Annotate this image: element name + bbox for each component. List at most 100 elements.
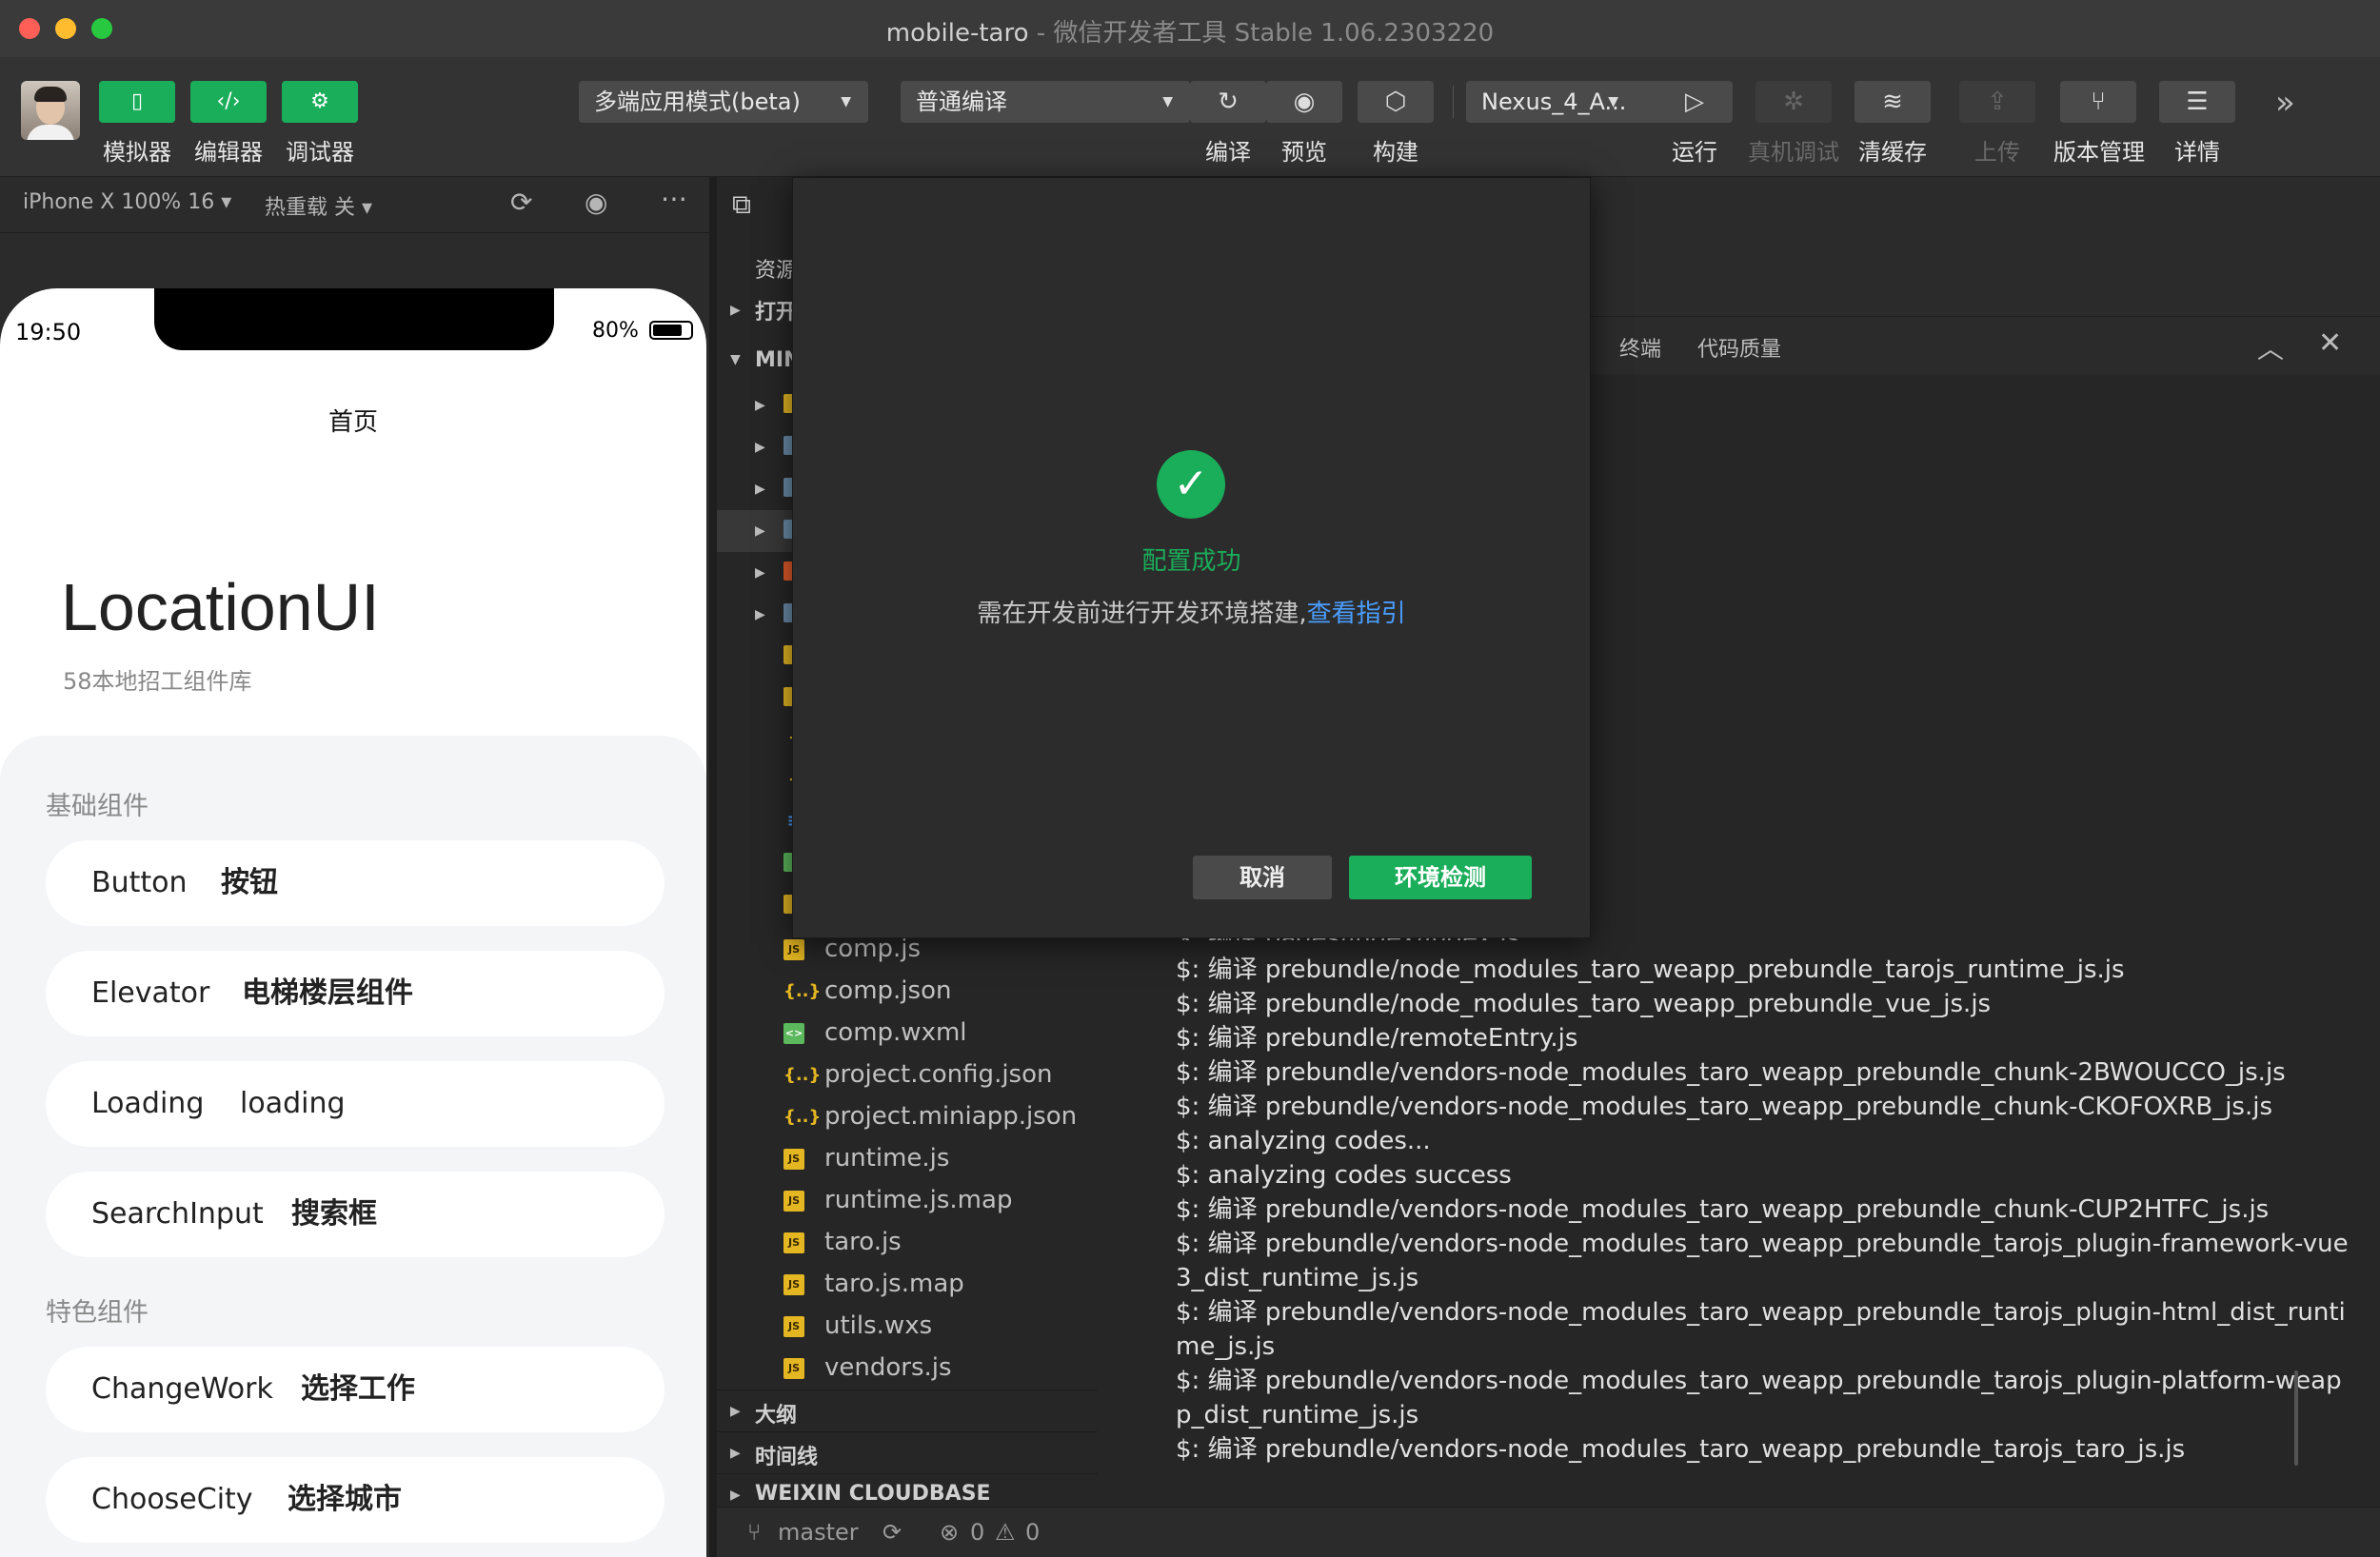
item-name: Elevator	[91, 976, 210, 1010]
more-icon[interactable]: ⋯	[661, 183, 687, 214]
file-item[interactable]: utils.wxs	[824, 1311, 932, 1340]
file-item[interactable]: taro.js.map	[824, 1270, 964, 1298]
panel-splitter[interactable]	[709, 177, 717, 1557]
file-item[interactable]: runtime.js	[824, 1144, 949, 1173]
chevron-right-icon[interactable]: ▶	[755, 565, 765, 581]
more-chevron-icon[interactable]: »	[2275, 84, 2295, 122]
outline-label: 大纲	[755, 1404, 798, 1428]
compile-mode-select[interactable]: 普通编译 ▼	[901, 81, 1190, 123]
mode-select[interactable]: 多端应用模式(beta) ▼	[579, 81, 868, 123]
refresh-icon: ↻	[1218, 88, 1239, 116]
cube-icon: ⬡	[1384, 88, 1407, 116]
device-zoom-select[interactable]: iPhone X 100% 16 ▾	[23, 190, 231, 214]
timeline-section[interactable]: ▶ 时间线	[717, 1431, 1098, 1474]
chevron-right-icon[interactable]: ▶	[755, 607, 765, 622]
compile-button[interactable]: ↻	[1190, 81, 1266, 123]
tab-code-quality[interactable]: 代码质量	[1697, 332, 1781, 363]
item-desc: loading	[240, 1087, 346, 1120]
file-item[interactable]: project.config.json	[824, 1060, 1052, 1089]
file-item[interactable]: project.miniapp.json	[824, 1102, 1077, 1131]
clear-cache-button[interactable]: ≋	[1854, 81, 1931, 123]
details-button[interactable]: ☰	[2159, 81, 2235, 123]
js-file-icon: JS	[783, 1232, 804, 1253]
env-check-button[interactable]: 环境检测	[1349, 856, 1532, 899]
file-item[interactable]: comp.js	[824, 935, 921, 963]
stop-icon[interactable]: ◉	[585, 187, 607, 218]
console-scrollbar[interactable]	[2294, 1370, 2298, 1466]
file-item[interactable]: comp.wxml	[824, 1018, 967, 1047]
preview-button[interactable]: ◉	[1266, 81, 1342, 123]
debugger-label: 调试器	[286, 139, 354, 166]
copy-files-icon[interactable]: ⧉	[732, 188, 763, 220]
chevron-right-icon[interactable]: ▶	[730, 303, 741, 318]
list-item[interactable]: Loading loading	[46, 1061, 664, 1147]
chevron-right-icon[interactable]: ▶	[755, 523, 765, 539]
chevron-right-icon[interactable]: ▶	[755, 440, 765, 455]
js-map-file-icon: JS	[783, 1274, 804, 1295]
phone-screen: 19:50 80% 首页 LocationUI 58本地招工组件库 基础组件 B…	[0, 288, 706, 1557]
cancel-button[interactable]: 取消	[1193, 856, 1332, 899]
log-line: $: 编译 prebundle/vendors-node_modules_tar…	[1176, 1195, 2270, 1224]
preview-label: 预览	[1281, 139, 1327, 166]
js-file-icon: JS	[783, 939, 804, 960]
chevron-right-icon[interactable]: ▶	[755, 398, 765, 413]
avatar[interactable]	[21, 81, 80, 140]
window-title: mobile-taro - 微信开发者工具 Stable 1.06.230322…	[0, 13, 2380, 49]
warning-count[interactable]: 0	[1025, 1519, 1040, 1546]
project-name: mobile-taro	[885, 19, 1029, 48]
simulator-toggle-button[interactable]: ▯	[99, 81, 175, 123]
sync-icon[interactable]: ⟳	[883, 1519, 902, 1546]
js-file-icon: JS	[783, 1149, 804, 1170]
chevron-down-icon: ▼	[1608, 94, 1618, 109]
error-count[interactable]: 0	[970, 1519, 984, 1546]
log-line: $: 编译 prebundle/vendors-node_modules_tar…	[1176, 1093, 2272, 1121]
json-file-icon: {..}	[783, 981, 822, 1001]
branch-icon: ⑂	[2091, 88, 2106, 116]
list-item[interactable]: ChooseCity 选择城市	[46, 1457, 664, 1543]
js-map-file-icon: JS	[783, 1191, 804, 1212]
mode-select-value: 多端应用模式(beta)	[594, 89, 801, 115]
details-label: 详情	[2174, 139, 2220, 166]
item-name: SearchInput	[91, 1197, 264, 1231]
clear-cache-label: 清缓存	[1858, 139, 1927, 166]
chevron-right-icon: ▶	[730, 1404, 741, 1419]
view-guide-link[interactable]: 查看指引	[1307, 600, 1406, 628]
outline-section[interactable]: ▶ 大纲	[717, 1389, 1098, 1432]
log-line: $: 编译 prebundle/vendors-node_modules_tar…	[1176, 1435, 2186, 1464]
list-item[interactable]: Elevator 电梯楼层组件	[46, 951, 664, 1036]
list-item[interactable]: Button 按钮	[46, 840, 664, 926]
chevron-right-icon[interactable]: ▶	[755, 482, 765, 497]
chevron-up-icon[interactable]: ︿	[2257, 328, 2284, 366]
hot-reload-toggle[interactable]: 热重载 关 ▾	[265, 190, 372, 221]
run-button[interactable]: ▷	[1656, 81, 1733, 123]
chevron-down-icon: ▼	[841, 94, 851, 109]
list-item[interactable]: SearchInput 搜索框	[46, 1172, 664, 1257]
file-item[interactable]: taro.js	[824, 1228, 902, 1256]
file-item[interactable]: runtime.js.map	[824, 1186, 1012, 1214]
editor-toggle-button[interactable]: ‹/›	[190, 81, 267, 123]
open-editors-header[interactable]: 打开	[755, 295, 797, 325]
chevron-down-icon: ▼	[1162, 94, 1173, 109]
device-select[interactable]: Nexus_4_A... ▼	[1466, 81, 1676, 123]
close-icon[interactable]: ✕	[2318, 326, 2342, 360]
upload-icon: ⇪	[1987, 88, 2008, 116]
git-branch[interactable]: master	[778, 1519, 859, 1546]
chevron-down-icon[interactable]: ▼	[730, 352, 741, 367]
file-item[interactable]: comp.json	[824, 976, 951, 1005]
battery-icon	[649, 321, 693, 340]
tab-terminal[interactable]: 终端	[1619, 332, 1661, 363]
rotate-icon[interactable]: ⟳	[510, 187, 532, 218]
upload-button[interactable]: ⇪	[1959, 81, 2035, 123]
debugger-toggle-button[interactable]: ⚙	[282, 81, 358, 123]
item-name: ChooseCity	[91, 1483, 253, 1516]
remote-debug-button[interactable]: ✲	[1755, 81, 1832, 123]
item-desc: 搜索框	[291, 1197, 377, 1231]
log-line: $: 编译 prebundle/vendors-node_modules_tar…	[1176, 1367, 2342, 1429]
list-item[interactable]: ChangeWork 选择工作	[46, 1347, 664, 1432]
file-item[interactable]: vendors.js	[824, 1353, 952, 1382]
remote-debug-label: 真机调试	[1748, 139, 1839, 166]
code-icon: ‹/›	[216, 89, 241, 113]
chevron-right-icon: ▶	[730, 1446, 741, 1461]
build-button[interactable]: ⬡	[1358, 81, 1434, 123]
version-management-button[interactable]: ⑂	[2060, 81, 2136, 123]
